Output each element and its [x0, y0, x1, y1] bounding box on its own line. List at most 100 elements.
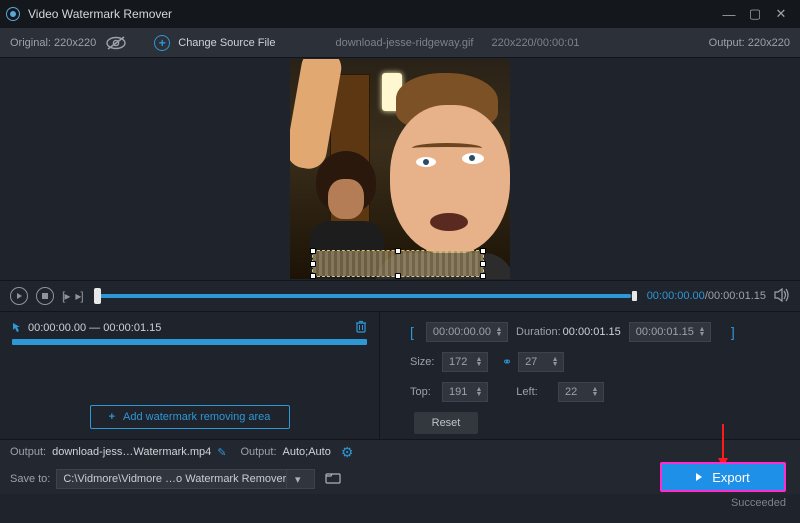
resize-handle-s[interactable] [395, 273, 401, 279]
position-row: Top: 191 ▲▼ Left: 22 ▲▼ [410, 382, 786, 402]
segment-row[interactable]: 00:00:00.00 — 00:00:01.15 [12, 320, 367, 336]
segment-start: 00:00:00.00 [28, 322, 86, 334]
output-file-label: Output: [10, 446, 46, 458]
app-logo-icon [6, 7, 20, 21]
original-dims-label: Original: 220x220 [10, 37, 96, 49]
resize-handle-ne[interactable] [480, 248, 486, 254]
preview-stage [0, 58, 800, 280]
size-width-input[interactable]: 172 ▲▼ [442, 352, 488, 372]
play-triangle-icon [696, 473, 702, 481]
close-button[interactable]: ✕ [768, 3, 794, 25]
resize-handle-nw[interactable] [310, 248, 316, 254]
export-zone: Export Succeeded [660, 462, 786, 509]
rename-output-icon[interactable]: ✎ [217, 446, 226, 459]
minimize-button[interactable]: — [716, 3, 742, 25]
top-spinner[interactable]: ▲▼ [475, 387, 483, 397]
duration-label: Duration: [516, 326, 561, 338]
size-height-input[interactable]: 27 ▲▼ [518, 352, 564, 372]
change-source-button[interactable]: Change Source File [178, 37, 275, 49]
range-end-spinner[interactable]: ▲▼ [698, 327, 706, 337]
original-dims-value: 220x220 [54, 37, 96, 49]
left-spinner[interactable]: ▲▼ [591, 387, 599, 397]
resize-handle-e[interactable] [480, 261, 486, 267]
video-frame[interactable] [290, 59, 510, 279]
preview-toggle-icon[interactable] [106, 36, 126, 50]
source-dims-time: 220x220/00:00:01 [491, 37, 579, 49]
timecode-duration: 00:00:01.15 [708, 290, 766, 302]
watermark-selection-rect[interactable] [312, 250, 484, 277]
range-start-value: 00:00:00.00 [433, 326, 491, 338]
output-label: Output: [709, 37, 745, 49]
annotation-arrow-icon [718, 424, 728, 467]
volume-icon[interactable] [774, 288, 790, 305]
range-start-bracket-icon[interactable]: [ [410, 324, 414, 340]
size-height-spinner[interactable]: ▲▼ [551, 357, 559, 367]
add-watermark-area-button[interactable]: + Add watermark removing area [90, 405, 290, 429]
stop-button[interactable] [36, 287, 54, 305]
set-in-point-button[interactable]: [▸ [62, 289, 69, 303]
left-input[interactable]: 22 ▲▼ [558, 382, 604, 402]
title-bar: Video Watermark Remover — ▢ ✕ [0, 0, 800, 28]
segment-end: 00:00:01.15 [103, 322, 161, 334]
left-label: Left: [496, 386, 558, 398]
size-height-value: 27 [525, 356, 547, 368]
size-width-value: 172 [449, 356, 471, 368]
export-label: Export [712, 470, 750, 485]
open-folder-icon[interactable] [325, 471, 341, 487]
output-file-value: download-jess…Watermark.mp4 [52, 446, 211, 458]
play-button[interactable] [10, 287, 28, 305]
resize-handle-sw[interactable] [310, 273, 316, 279]
timecode-display: 00:00:00.00/00:00:01.15 [647, 290, 766, 302]
export-status: Succeeded [660, 497, 786, 509]
range-end-bracket-icon[interactable]: ] [731, 324, 735, 340]
plus-icon: + [109, 411, 115, 423]
pointer-icon [12, 322, 24, 334]
size-width-spinner[interactable]: ▲▼ [475, 357, 483, 367]
top-label: Top: [410, 386, 442, 398]
source-filename: download-jesse-ridgeway.gif [335, 37, 473, 49]
output-file-row: Output: download-jess…Watermark.mp4 ✎ Ou… [0, 440, 800, 464]
top-input[interactable]: 191 ▲▼ [442, 382, 488, 402]
range-start-spinner[interactable]: ▲▼ [495, 327, 503, 337]
save-to-label: Save to: [10, 473, 50, 485]
set-out-point-button[interactable]: ▸] [75, 289, 82, 303]
add-source-icon[interactable]: + [154, 35, 170, 51]
time-range-row: [ 00:00:00.00▲▼ Duration:00:00:01.15 00:… [410, 322, 786, 342]
segment-pane: 00:00:00.00 — 00:00:01.15 + Add watermar… [0, 312, 380, 439]
link-aspect-icon[interactable]: ⚭ [502, 355, 512, 369]
transport-bar: [▸ ▸] 00:00:00.00/00:00:01.15 [0, 280, 800, 312]
reset-button[interactable]: Reset [414, 412, 478, 434]
scrub-head[interactable] [94, 288, 101, 304]
export-button[interactable]: Export [660, 462, 786, 492]
size-label: Size: [410, 356, 442, 368]
maximize-button[interactable]: ▢ [742, 3, 768, 25]
output-dims-value: 220x220 [748, 37, 790, 49]
duration-value: 00:00:01.15 [563, 326, 621, 338]
output-dims-label: Output: 220x220 [709, 37, 790, 49]
save-path-value: C:\Vidmore\Vidmore …o Watermark Remover [63, 473, 286, 485]
delete-segment-button[interactable] [355, 320, 367, 336]
range-end-value: 00:00:01.15 [636, 326, 694, 338]
timeline-scrubber[interactable] [95, 289, 637, 303]
lower-panel: 00:00:00.00 — 00:00:01.15 + Add watermar… [0, 312, 800, 440]
window-title: Video Watermark Remover [28, 7, 172, 21]
controls-pane: [ 00:00:00.00▲▼ Duration:00:00:01.15 00:… [380, 312, 800, 439]
output-settings-value: Auto;Auto [283, 446, 331, 458]
add-area-label: Add watermark removing area [123, 411, 270, 423]
save-path-dropdown[interactable]: C:\Vidmore\Vidmore …o Watermark Remover … [56, 469, 315, 489]
resize-handle-se[interactable] [480, 273, 486, 279]
output-settings-icon[interactable]: ⚙ [341, 444, 354, 461]
size-row: Size: 172 ▲▼ ⚭ 27 ▲▼ [410, 352, 786, 372]
resize-handle-w[interactable] [310, 261, 316, 267]
range-start-input[interactable]: 00:00:00.00 ▲▼ [426, 322, 508, 342]
original-label: Original: [10, 37, 51, 49]
output-settings-label: Output: [240, 446, 276, 458]
info-bar: Original: 220x220 + Change Source File d… [0, 28, 800, 58]
top-value: 191 [449, 386, 471, 398]
timecode-position: 00:00:00.00 [647, 290, 705, 302]
left-value: 22 [565, 386, 587, 398]
chevron-down-icon[interactable]: ▾ [286, 469, 308, 489]
range-end-input[interactable]: 00:00:01.15 ▲▼ [629, 322, 711, 342]
resize-handle-n[interactable] [395, 248, 401, 254]
segment-time-range: 00:00:00.00 — 00:00:01.15 [28, 322, 355, 334]
